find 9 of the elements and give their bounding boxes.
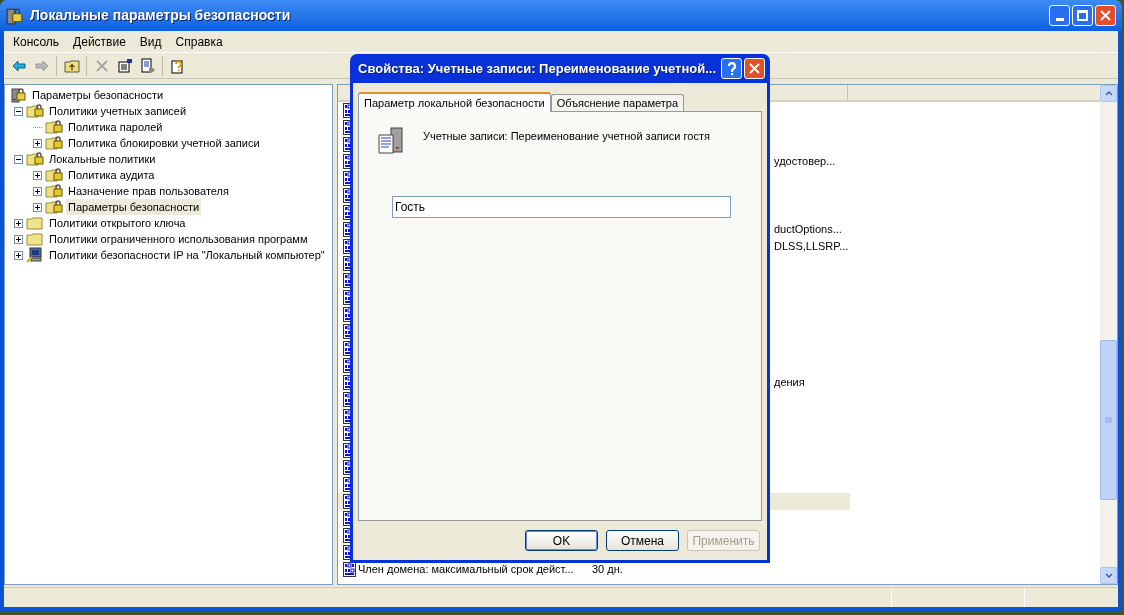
dialog-title: Свойства: Учетные записи: Переименование учетной... <box>358 59 717 78</box>
table-cell-text: дения <box>774 375 805 391</box>
table-cell-text: ductOptions... <box>774 222 842 238</box>
policy-name: Учетные записи: Переименование учетной записи гостя <box>423 129 710 144</box>
table-cell-text: Член домена: максимальный срок дейст... <box>357 562 575 578</box>
table-cell-text: DLSS,LLSRP... <box>774 239 849 255</box>
table-cell-text: удостовер... <box>774 154 836 170</box>
table-cell-text: 30 дн. <box>591 562 623 578</box>
window-title: Локальные параметры безопасности <box>30 6 291 25</box>
